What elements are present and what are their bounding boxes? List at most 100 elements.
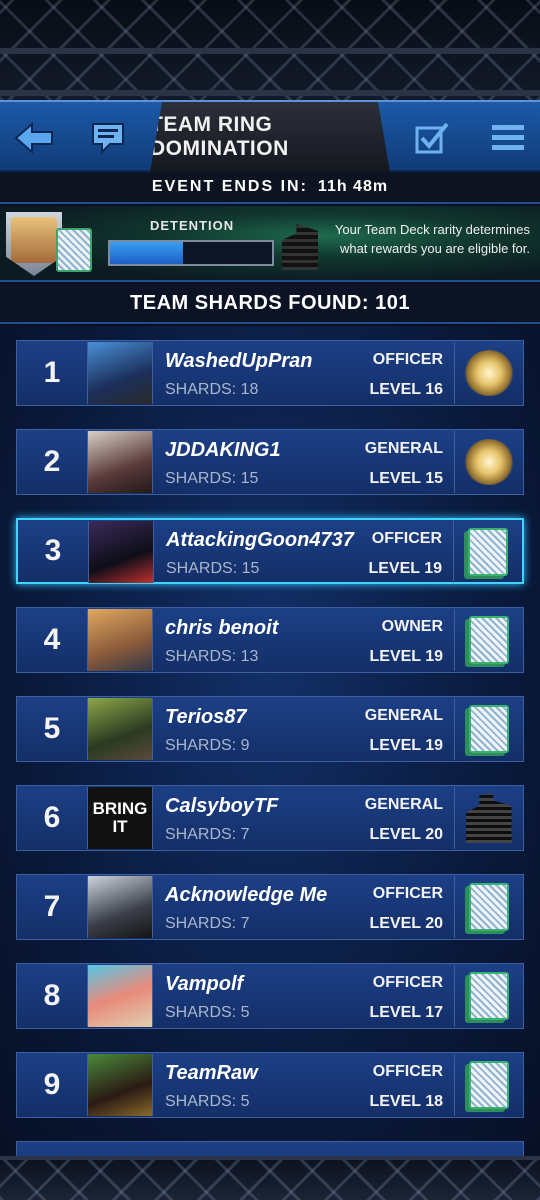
title-tab: TEAM RING DOMINATION xyxy=(150,102,390,172)
energy-orb-icon xyxy=(463,439,514,485)
team-deck-card-icon xyxy=(56,228,92,272)
detention-progress-fill xyxy=(110,242,183,264)
team-deck-card-icon xyxy=(468,1061,509,1109)
avatar[interactable] xyxy=(87,1054,153,1116)
member-shards: SHARDS: 18 xyxy=(165,381,259,398)
member-name: CalsyboyTF xyxy=(165,795,279,817)
reward-slot[interactable] xyxy=(453,521,521,583)
member-shards: SHARDS: 15 xyxy=(165,470,259,487)
member-shards: SHARDS: 5 xyxy=(165,1004,250,1021)
member-row[interactable]: 9 TeamRaw SHARDS: 5 OFFICER LEVEL 18 xyxy=(16,1052,524,1118)
member-level: LEVEL 19 xyxy=(369,648,443,665)
member-name: chris benoit xyxy=(165,617,279,639)
avatar[interactable] xyxy=(88,521,154,583)
member-role: GENERAL xyxy=(364,440,443,457)
member-name: TeamRaw xyxy=(165,1062,258,1084)
member-name: JDDAKING1 xyxy=(165,439,281,461)
bottom-truss-decoration xyxy=(0,1156,540,1200)
reward-slot[interactable] xyxy=(454,609,522,671)
avatar[interactable] xyxy=(87,965,153,1027)
back-button[interactable] xyxy=(12,116,56,160)
menu-button[interactable] xyxy=(486,116,530,160)
member-row[interactable]: 6 BRING IT CalsyboyTF SHARDS: 7 GENERAL LEVEL… xyxy=(16,785,524,851)
member-level: LEVEL 20 xyxy=(369,915,443,932)
building-icon xyxy=(465,793,512,843)
reward-slot[interactable] xyxy=(454,787,522,849)
member-role: OFFICER xyxy=(372,1063,443,1080)
member-role: GENERAL xyxy=(364,707,443,724)
reward-slot[interactable] xyxy=(454,698,522,760)
member-row[interactable]: 4 chris benoit SHARDS: 13 OWNER LEVEL 19 xyxy=(16,607,524,673)
avatar xyxy=(11,217,57,263)
member-row[interactable]: 1 WashedUpPran SHARDS: 18 OFFICER LEVEL 16 xyxy=(16,340,524,406)
building-icon xyxy=(282,224,318,270)
event-banner: DETENTION Your Team Deck rarity determin… xyxy=(0,206,540,282)
page-title: TEAM RING DOMINATION xyxy=(150,113,289,160)
member-rank: 6 xyxy=(43,801,61,834)
member-shards: SHARDS: 7 xyxy=(165,826,250,843)
avatar[interactable] xyxy=(87,342,153,404)
avatar[interactable] xyxy=(87,876,153,938)
menu-icon xyxy=(492,125,524,150)
back-arrow-icon xyxy=(14,122,53,154)
reward-slot[interactable] xyxy=(454,1054,522,1116)
reward-slot[interactable] xyxy=(454,342,522,404)
avatar[interactable] xyxy=(87,609,153,671)
checklist-icon xyxy=(415,122,449,154)
avatar[interactable] xyxy=(87,698,153,760)
team-badge xyxy=(6,212,62,276)
truss-beam xyxy=(0,90,540,96)
member-role: GENERAL xyxy=(364,796,443,813)
checklist-button[interactable] xyxy=(410,116,454,160)
detention-label: DETENTION xyxy=(150,218,235,233)
avatar[interactable]: BRING IT xyxy=(87,787,153,849)
member-row[interactable]: 5 Terios87 SHARDS: 9 GENERAL LEVEL 19 xyxy=(16,696,524,762)
member-row[interactable]: 2 JDDAKING1 SHARDS: 15 GENERAL LEVEL 15 xyxy=(16,429,524,495)
member-role: OFFICER xyxy=(372,885,443,902)
reward-slot[interactable] xyxy=(454,431,522,493)
member-role: OFFICER xyxy=(372,351,443,368)
member-row-partial[interactable] xyxy=(16,1141,524,1156)
member-list[interactable]: 1 WashedUpPran SHARDS: 18 OFFICER LEVEL 16 2 J… xyxy=(0,326,540,1156)
member-shards: SHARDS: 9 xyxy=(165,737,250,754)
member-rank: 1 xyxy=(43,356,61,389)
member-level: LEVEL 20 xyxy=(369,826,443,843)
member-rank: 7 xyxy=(43,890,61,923)
member-row[interactable]: 8 Vampolf SHARDS: 5 OFFICER LEVEL 17 xyxy=(16,963,524,1029)
member-role: OWNER xyxy=(381,618,443,635)
member-shards: SHARDS: 5 xyxy=(165,1093,250,1110)
member-role: OFFICER xyxy=(372,974,443,991)
team-shards-found: TEAM SHARDS FOUND: 101 xyxy=(0,284,540,324)
member-level: LEVEL 17 xyxy=(369,1004,443,1021)
member-name: Vampolf xyxy=(165,973,244,995)
member-row[interactable]: 7 Acknowledge Me SHARDS: 7 OFFICER LEVEL 20 xyxy=(16,874,524,940)
member-name: AttackingGoon4737 xyxy=(166,529,354,551)
team-deck-card-icon xyxy=(467,528,508,576)
reward-slot[interactable] xyxy=(454,876,522,938)
chat-icon xyxy=(92,123,124,155)
member-rank: 3 xyxy=(44,534,62,567)
reward-slot[interactable] xyxy=(454,965,522,1027)
team-deck-card-icon xyxy=(468,616,509,664)
member-name: WashedUpPran xyxy=(165,350,313,372)
member-rank: 4 xyxy=(43,623,61,656)
team-deck-card-icon xyxy=(468,705,509,753)
member-rank: 5 xyxy=(43,712,61,745)
member-row[interactable]: 3 AttackingGoon4737 SHARDS: 15 OFFICER LEVEL… xyxy=(16,518,524,584)
member-level: LEVEL 19 xyxy=(368,560,442,577)
member-name: Terios87 xyxy=(165,706,247,728)
detention-progress-bar xyxy=(108,240,274,266)
event-ends-label: EVENT ENDS IN: xyxy=(151,178,308,195)
team-deck-card-icon xyxy=(468,972,509,1020)
member-shards: SHARDS: 7 xyxy=(165,915,250,932)
header-bar: TEAM RING DOMINATION xyxy=(0,100,540,172)
team-deck-card-icon xyxy=(468,883,509,931)
avatar[interactable] xyxy=(87,431,153,493)
member-shards: SHARDS: 13 xyxy=(165,648,259,665)
member-role: OFFICER xyxy=(371,530,442,547)
member-shards: SHARDS: 15 xyxy=(166,560,260,577)
rarity-message: Your Team Deck rarity determines what re… xyxy=(334,222,530,256)
top-truss-decoration xyxy=(0,0,540,100)
member-level: LEVEL 16 xyxy=(369,381,443,398)
chat-button[interactable] xyxy=(86,116,130,160)
